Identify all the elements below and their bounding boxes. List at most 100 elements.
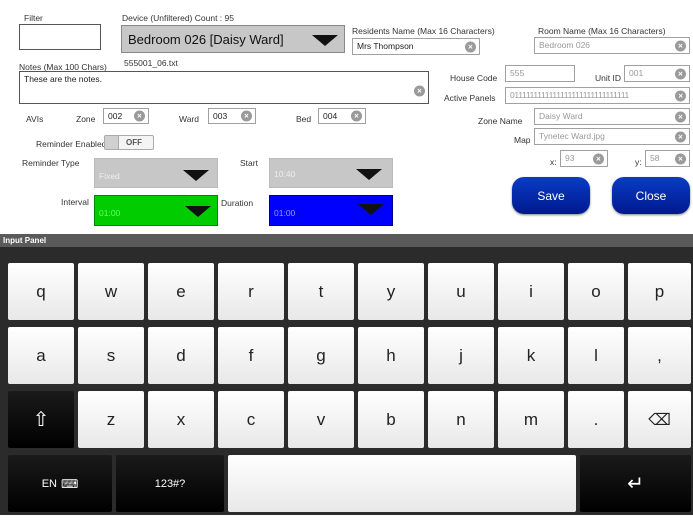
clear-icon[interactable]: × [414,85,425,97]
clear-icon[interactable]: × [675,90,686,101]
key-p[interactable]: p [628,263,691,320]
map-value: Tynetec Ward.jpg [539,131,605,141]
residents-name-input[interactable]: Mrs Thompson × [352,38,480,55]
key-n[interactable]: n [428,391,494,448]
key-b[interactable]: b [358,391,424,448]
bed-value: 004 [323,111,338,121]
start-value: 10:40 [274,169,296,179]
key-f[interactable]: f [218,327,284,384]
x-coord-input[interactable]: 93 × [560,150,608,167]
clear-icon[interactable]: × [241,110,252,122]
backspace-key[interactable]: ⌫ [628,391,691,448]
notes-textarea[interactable]: These are the notes. × [19,71,429,104]
duration-value: 01:00 [274,208,296,218]
zone-name-value: Daisy Ward [539,111,583,121]
key-i[interactable]: i [498,263,564,320]
chevron-down-icon [358,204,384,215]
key-m[interactable]: m [498,391,564,448]
map-input[interactable]: Tynetec Ward.jpg × [534,128,690,145]
y-coord-input[interactable]: 58 × [645,150,690,167]
start-label: Start [240,158,258,168]
y-label: y: [635,157,642,167]
shift-icon: ⇧ [32,409,50,431]
clear-icon[interactable]: × [675,111,686,122]
shift-key[interactable]: ⇧ [8,391,74,448]
clear-icon[interactable]: × [675,131,686,142]
avis-label: AVIs [26,114,44,124]
clear-icon[interactable]: × [465,41,476,52]
unit-id-input[interactable]: 001 × [624,65,690,82]
key-c[interactable]: c [218,391,284,448]
key-q[interactable]: q [8,263,74,320]
key-e[interactable]: e [148,263,214,320]
zone-label: Zone [76,114,96,124]
duration-select[interactable]: 01:00 [269,195,393,226]
key-period[interactable]: . [568,391,624,448]
unit-id-value: 001 [629,68,644,78]
notes-value: These are the notes. [24,74,102,84]
key-h[interactable]: h [358,327,424,384]
zone-name-label: Zone Name [478,116,523,126]
ward-value: 003 [213,111,228,121]
space-key[interactable] [228,455,576,512]
zone-value: 002 [108,111,123,121]
room-name-value: Bedroom 026 [539,40,591,50]
key-y[interactable]: y [358,263,424,320]
key-l[interactable]: l [568,327,624,384]
symbols-key[interactable]: 123#? [116,455,224,512]
bed-input[interactable]: 004 × [318,108,366,124]
close-button[interactable]: Close [612,177,690,214]
key-g[interactable]: g [288,327,354,384]
interval-label: Interval [61,197,89,207]
backspace-icon: ⌫ [648,411,671,429]
key-o[interactable]: o [568,263,624,320]
start-select[interactable]: 10:40 [269,158,393,188]
active-panels-input[interactable]: 0111111111111111111111111111111 × [505,87,690,104]
reminder-enabled-label: Reminder Enabled [36,139,107,149]
house-code-label: House Code [450,73,498,83]
unit-id-label: Unit ID [595,73,621,83]
house-code-input[interactable]: 555 [505,65,575,82]
active-panels-value: 0111111111111111111111111111111 [510,90,629,100]
key-w[interactable]: w [78,263,144,320]
language-key[interactable]: EN ⌨ [8,455,112,512]
key-z[interactable]: z [78,391,144,448]
ward-input[interactable]: 003 × [208,108,256,124]
clear-icon[interactable]: × [675,68,686,79]
toggle-state: OFF [126,138,142,147]
clear-icon[interactable]: × [351,110,362,122]
chevron-down-icon [312,35,338,46]
save-button[interactable]: Save [512,177,590,214]
reminder-toggle[interactable]: OFF [104,135,154,150]
bed-label: Bed [296,114,312,124]
zone-input[interactable]: 002 × [103,108,149,124]
enter-key[interactable]: ↵ [580,455,691,512]
clear-icon[interactable]: × [593,153,604,164]
key-k[interactable]: k [498,327,564,384]
key-a[interactable]: a [8,327,74,384]
reminder-type-select[interactable]: Fixed [94,158,218,188]
device-select[interactable]: Bedroom 026 [Daisy Ward] [121,25,345,53]
enter-icon: ↵ [627,473,644,495]
key-v[interactable]: v [288,391,354,448]
room-name-label: Room Name (Max 16 Characters) [538,26,666,36]
clear-icon[interactable]: × [675,40,686,51]
clear-icon[interactable]: × [675,153,686,164]
key-j[interactable]: j [428,327,494,384]
clear-icon[interactable]: × [134,110,145,122]
key-comma[interactable]: , [628,327,691,384]
duration-label: Duration [221,198,254,208]
interval-select[interactable]: 01:00 [94,195,218,226]
toggle-knob [105,136,119,149]
key-t[interactable]: t [288,263,354,320]
key-u[interactable]: u [428,263,494,320]
zone-name-input[interactable]: Daisy Ward × [534,108,690,125]
chevron-down-icon [183,170,209,181]
room-name-input[interactable]: Bedroom 026 × [534,37,690,54]
key-d[interactable]: d [148,327,214,384]
key-r[interactable]: r [218,263,284,320]
key-s[interactable]: s [78,327,144,384]
x-coord-value: 93 [565,153,575,163]
filter-input[interactable] [19,24,101,50]
key-x[interactable]: x [148,391,214,448]
